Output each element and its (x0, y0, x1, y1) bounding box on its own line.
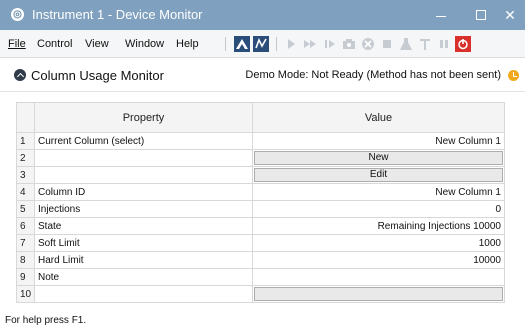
abort-icon (362, 38, 374, 50)
table-row: 5 Injections 0 (16, 200, 505, 218)
row-number: 7 (16, 234, 35, 252)
maximize-icon (476, 10, 486, 20)
value-cell: Remaining Injections 10000 (252, 217, 505, 235)
value-cell: 0 (252, 200, 505, 218)
close-icon: ✕ (504, 6, 516, 23)
toolbar-separator (276, 37, 277, 51)
column-header-property[interactable]: Property (34, 102, 253, 133)
status-text: Demo Mode: Not Ready (Method has not bee… (245, 69, 501, 81)
flask-icon (400, 38, 412, 50)
title-bar: ◎ Instrument 1 - Device Monitor ✕ (0, 0, 525, 30)
stop-icon (383, 40, 391, 48)
property-cell (34, 149, 253, 167)
row-number: 10 (16, 285, 35, 303)
row-number: 6 (16, 217, 35, 235)
menu-view[interactable]: View (85, 38, 109, 50)
inject-icon (420, 39, 430, 50)
panel-header: Column Usage Monitor Demo Mode: Not Read… (0, 58, 525, 92)
menu-bar: File Control View Window Help (0, 30, 525, 58)
soft-limit-input[interactable]: 1000 (252, 234, 505, 252)
help-hint: For help press F1. (5, 315, 87, 326)
table-row: 2 New (16, 149, 505, 167)
row-number: 3 (16, 166, 35, 184)
current-column-select[interactable]: New Column 1 (252, 132, 505, 150)
menu-help[interactable]: Help (176, 38, 199, 50)
value-cell: Edit (252, 166, 505, 184)
value-cell: New (252, 149, 505, 167)
table-row: 6 State Remaining Injections 10000 (16, 217, 505, 235)
row-number: 9 (16, 268, 35, 286)
power-icon[interactable] (455, 36, 471, 52)
column-header-value[interactable]: Value (252, 102, 505, 133)
property-cell: Note (34, 268, 253, 286)
hard-limit-input[interactable]: 10000 (252, 251, 505, 269)
window-title: Instrument 1 - Device Monitor (32, 7, 203, 22)
menu-file[interactable]: File (8, 38, 26, 50)
note-input[interactable] (252, 268, 505, 286)
snapshot-icon (343, 39, 355, 49)
row-number: 4 (16, 183, 35, 201)
grid-header-row: Property Value (16, 102, 505, 133)
row-number: 1 (16, 132, 35, 150)
property-cell: State (34, 217, 253, 235)
value-cell: New Column 1 (252, 183, 505, 201)
toolbar-separator (225, 37, 226, 51)
method-icon[interactable] (253, 36, 269, 52)
fast-forward-icon (304, 40, 316, 48)
status-bar: For help press F1. (0, 315, 525, 329)
play-icon (288, 39, 295, 49)
table-row: 7 Soft Limit 1000 (16, 234, 505, 252)
row-number: 2 (16, 149, 35, 167)
pump-icon[interactable] (234, 36, 250, 52)
close-button[interactable]: ✕ (495, 0, 525, 30)
pause-icon (440, 40, 448, 48)
row-number: 8 (16, 251, 35, 269)
property-cell (34, 166, 253, 184)
menu-control[interactable]: Control (37, 38, 72, 50)
property-grid: Property Value 1 Current Column (select)… (16, 102, 505, 303)
property-cell: Injections (34, 200, 253, 218)
table-row: 9 Note (16, 268, 505, 286)
property-cell: Column ID (34, 183, 253, 201)
clock-icon (508, 70, 519, 81)
step-icon (325, 40, 335, 48)
table-row: 8 Hard Limit 10000 (16, 251, 505, 269)
collapse-icon[interactable] (14, 69, 26, 81)
property-cell: Hard Limit (34, 251, 253, 269)
property-cell: Current Column (select) (34, 132, 253, 150)
table-row: 1 Current Column (select) New Column 1 (16, 132, 505, 150)
table-row: 3 Edit (16, 166, 505, 184)
table-row: 4 Column ID New Column 1 (16, 183, 505, 201)
minimize-icon (436, 15, 446, 17)
menu-window[interactable]: Window (125, 38, 164, 50)
panel-title: Column Usage Monitor (31, 68, 164, 83)
minimize-button[interactable] (421, 0, 461, 30)
edit-button[interactable]: Edit (254, 168, 503, 182)
row-number: 5 (16, 200, 35, 218)
new-button[interactable]: New (254, 151, 503, 165)
value-cell (252, 285, 505, 303)
property-cell (34, 285, 253, 303)
grid-corner (16, 102, 35, 133)
blank-button[interactable] (254, 287, 503, 301)
app-icon: ◎ (11, 8, 24, 21)
property-cell: Soft Limit (34, 234, 253, 252)
table-row: 10 (16, 285, 505, 303)
